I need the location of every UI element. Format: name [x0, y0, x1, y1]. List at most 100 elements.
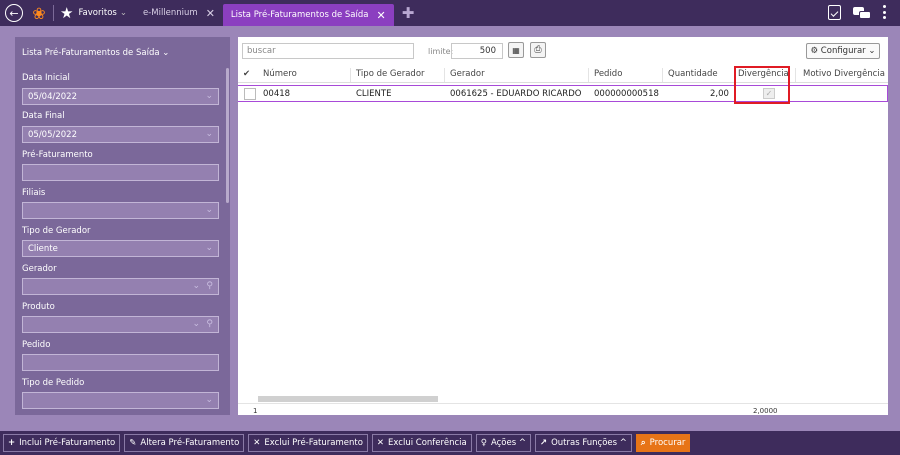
divider	[53, 5, 54, 21]
pedido-field[interactable]	[22, 354, 219, 371]
column-separator[interactable]	[350, 68, 351, 82]
tipo-pedido-select[interactable]: ⌄	[22, 392, 219, 409]
chevron-down-icon[interactable]: ⌄	[205, 205, 213, 215]
print-icon: ⎙	[534, 45, 542, 55]
app-logo-icon: ❀	[32, 3, 46, 23]
cell-numero: 00418	[263, 89, 291, 99]
favoritos-label: Favoritos	[78, 8, 117, 18]
inclui-pre-faturamento-button[interactable]: + Inclui Pré-Faturamento	[3, 434, 121, 452]
column-header-motivo-divergencia[interactable]: Motivo Divergência	[803, 69, 885, 79]
gerador-field[interactable]: ⌄ ⚲	[22, 278, 219, 295]
tab-e-millennium[interactable]: e-Millennium ✕	[135, 0, 223, 26]
tipo-gerador-label: Tipo de Gerador	[22, 226, 91, 236]
file-excel-icon: ▦	[512, 45, 520, 55]
data-inicial-value: 05/04/2022	[28, 92, 77, 102]
column-header-quantidade[interactable]: Quantidade	[668, 69, 718, 79]
column-separator[interactable]	[662, 68, 663, 82]
button-label: Exclui Conferência	[388, 438, 467, 448]
search-input[interactable]: buscar	[242, 43, 414, 59]
data-inicial-field[interactable]: 05/04/2022 ⌄	[22, 88, 219, 105]
search-icon[interactable]: ⚲	[206, 281, 213, 291]
filter-panel-scrollbar[interactable]	[226, 68, 229, 203]
close-icon[interactable]: ✕	[376, 9, 385, 22]
horizontal-scrollbar[interactable]	[258, 396, 438, 402]
results-panel: buscar limite: 500 ▦ ⎙ ⚙ Configurar ⌄ ✔ …	[238, 37, 888, 415]
column-header-gerador[interactable]: Gerador	[450, 69, 485, 79]
star-icon[interactable]: ★	[60, 4, 73, 22]
tipo-gerador-value: Cliente	[28, 244, 58, 254]
column-separator[interactable]	[588, 68, 589, 82]
external-link-icon: ↗	[539, 438, 548, 448]
configurar-button[interactable]: ⚙ Configurar ⌄	[806, 43, 880, 59]
actions-icon: ♀	[480, 438, 487, 448]
produto-field[interactable]: ⌄ ⚲	[22, 316, 219, 333]
limite-label: limite:	[428, 47, 454, 56]
chat-icon[interactable]	[853, 7, 871, 19]
column-separator[interactable]	[795, 68, 796, 82]
cell-quantidade: 2,00	[710, 89, 729, 99]
close-icon[interactable]: ✕	[206, 7, 215, 20]
column-header-tipo-gerador[interactable]: Tipo de Gerador	[356, 69, 425, 79]
button-label: Ações ^	[490, 438, 526, 448]
tipo-gerador-select[interactable]: Cliente ⌄	[22, 240, 219, 257]
filter-panel-title[interactable]: Lista Pré-Faturamentos de Saída ⌄	[22, 48, 169, 58]
chevron-down-icon[interactable]: ⌄	[192, 319, 200, 329]
pre-faturamento-label: Pré-Faturamento	[22, 150, 93, 160]
procurar-button[interactable]: ⌕ Procurar	[635, 434, 691, 452]
more-options-icon[interactable]	[883, 5, 887, 21]
altera-pre-faturamento-button[interactable]: ✎ Altera Pré-Faturamento	[124, 434, 245, 452]
column-header-numero[interactable]: Número	[263, 69, 297, 79]
limite-input[interactable]: 500	[451, 43, 503, 59]
chevron-down-icon[interactable]: ⌄	[205, 129, 213, 139]
footer-row-count: 1	[253, 407, 258, 415]
action-bar: + Inclui Pré-Faturamento ✎ Altera Pré-Fa…	[0, 431, 900, 455]
export-excel-button[interactable]: ▦	[508, 42, 524, 58]
divider	[238, 403, 888, 404]
filter-panel: Lista Pré-Faturamentos de Saída ⌄ Data I…	[15, 37, 230, 415]
acoes-button[interactable]: ♀ Ações ^	[475, 434, 531, 452]
data-inicial-label: Data Inicial	[22, 73, 70, 83]
exclui-pre-faturamento-button[interactable]: ✕ Exclui Pré-Faturamento	[248, 434, 368, 452]
chevron-down-icon[interactable]: ⌄	[205, 395, 213, 405]
tab-label: e-Millennium	[142, 8, 198, 18]
footer-total-quantidade: 2,0000	[753, 407, 778, 415]
search-icon[interactable]: ⚲	[206, 319, 213, 329]
chevron-down-icon[interactable]: ⌄	[192, 281, 200, 291]
chevron-down-icon[interactable]: ⌄	[205, 91, 213, 101]
column-header-pedido[interactable]: Pedido	[594, 69, 622, 79]
table-row[interactable]: 00418 CLIENTE 0061625 - EDUARDO RICARDO …	[238, 85, 888, 102]
outras-funcoes-button[interactable]: ↗ Outras Funções ^	[534, 434, 632, 452]
add-tab-icon[interactable]: ✚	[402, 4, 415, 22]
tab-label: Lista Pré-Faturamentos de Saída	[230, 10, 369, 20]
print-button[interactable]: ⎙	[530, 42, 546, 58]
chevron-down-icon[interactable]: ⌄	[205, 243, 213, 253]
tab-lista-pre-faturamentos[interactable]: Lista Pré-Faturamentos de Saída ✕	[222, 4, 394, 26]
cell-gerador: 0061625 - EDUARDO RICARDO	[450, 89, 582, 99]
button-label: Inclui Pré-Faturamento	[19, 438, 116, 448]
clipboard-check-icon[interactable]	[828, 5, 841, 20]
cell-pedido: 000000000518	[594, 89, 659, 99]
produto-label: Produto	[22, 302, 55, 312]
plus-icon: +	[8, 438, 16, 448]
column-separator[interactable]	[444, 68, 445, 82]
edit-icon: ✎	[129, 438, 137, 448]
button-label: Outras Funções ^	[551, 438, 627, 448]
divergencia-highlight-box	[734, 66, 790, 104]
row-checkbox[interactable]	[244, 88, 256, 100]
gerador-label: Gerador	[22, 264, 57, 274]
pedido-label: Pedido	[22, 340, 51, 350]
button-label: Exclui Pré-Faturamento	[264, 438, 363, 448]
cell-tipo-gerador: CLIENTE	[356, 89, 392, 99]
select-all-checkbox[interactable]: ✔	[243, 69, 250, 79]
exclui-conferencia-button[interactable]: ✕ Exclui Conferência	[371, 434, 472, 452]
pre-faturamento-field[interactable]	[22, 164, 219, 181]
close-icon: ✕	[376, 438, 385, 448]
back-icon[interactable]: ←	[5, 4, 23, 22]
button-label: Altera Pré-Faturamento	[140, 438, 240, 448]
favoritos-menu[interactable]: Favoritos ⌄	[73, 0, 135, 26]
table-header: ✔ Número Tipo de Gerador Gerador Pedido …	[238, 66, 888, 83]
top-bar: ← ❀ ★ Favoritos ⌄ e-Millennium ✕ Lista P…	[0, 0, 900, 26]
filiais-field[interactable]: ⌄	[22, 202, 219, 219]
filiais-label: Filiais	[22, 188, 46, 198]
data-final-field[interactable]: 05/05/2022 ⌄	[22, 126, 219, 143]
